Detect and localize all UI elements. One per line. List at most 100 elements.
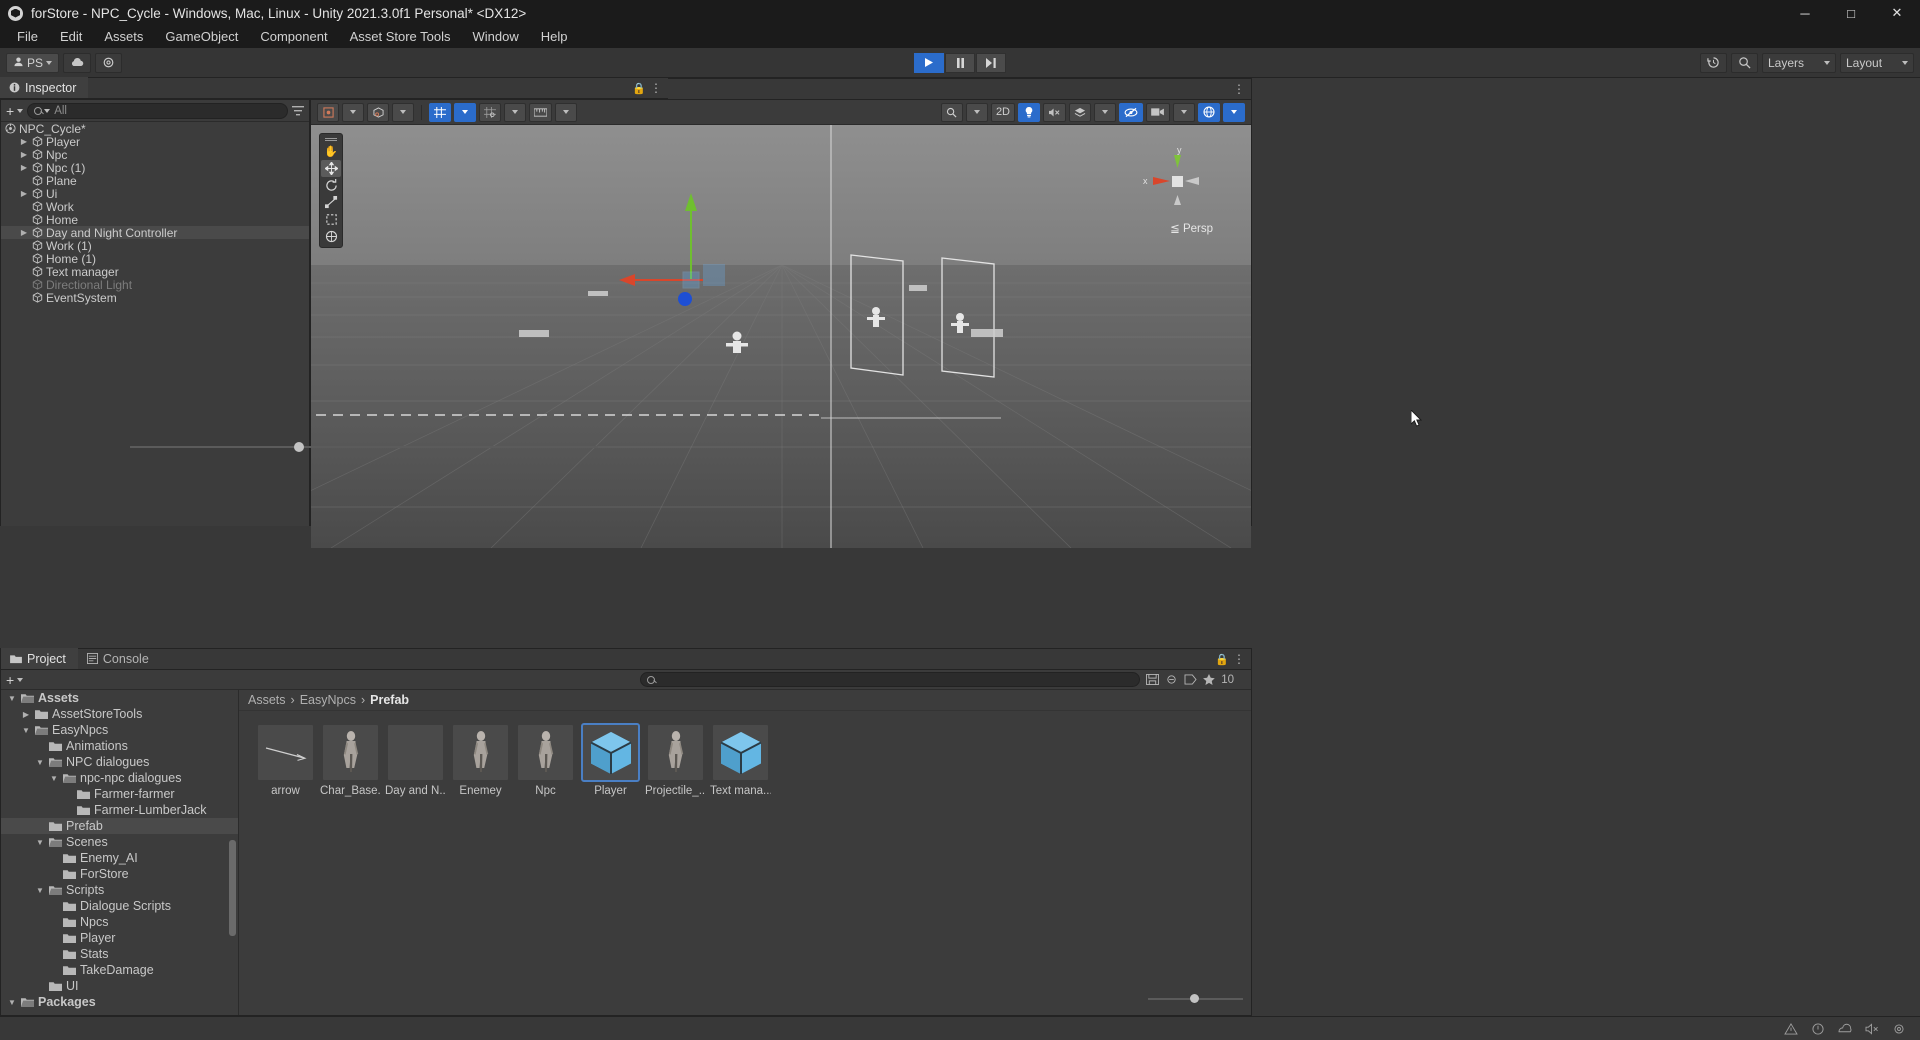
hierarchy-item-eventsystem[interactable]: ▶ EventSystem xyxy=(1,291,309,305)
create-asset-button[interactable]: + xyxy=(6,672,24,688)
grid-scale-dropdown[interactable] xyxy=(555,102,577,122)
scene-visibility-button[interactable] xyxy=(1119,102,1143,122)
breadcrumb-easynpcs[interactable]: EasyNpcs xyxy=(300,693,356,707)
project-folder-tree[interactable]: ▼ Assets▶ AssetStoreTools▼ EasyNpcs▶ Ani… xyxy=(1,690,239,1015)
draw-mode-dropdown[interactable] xyxy=(342,102,364,122)
hierarchy-filter-icon[interactable] xyxy=(292,105,304,116)
hierarchy-list[interactable]: NPC_Cycle*▶ Player▶ Npc▶ Npc (1)▶ Plane▶… xyxy=(1,122,309,526)
chevron-right-icon[interactable]: ▶ xyxy=(19,163,29,172)
scene-audio-button[interactable] xyxy=(1043,102,1066,122)
hierarchy-item-plane[interactable]: ▶ Plane xyxy=(1,174,309,188)
project-tree-item-prefab[interactable]: ▶ Prefab xyxy=(1,818,238,834)
transform-tool-button[interactable] xyxy=(321,228,341,245)
asset-item-npc[interactable]: Npc xyxy=(515,725,576,797)
breadcrumb-assets[interactable]: Assets xyxy=(248,693,286,707)
menu-gameobject[interactable]: GameObject xyxy=(154,26,249,48)
grid-scale-button[interactable] xyxy=(529,102,552,122)
project-tree-item-npcs[interactable]: ▶ Npcs xyxy=(1,914,238,930)
scale-tool-button[interactable] xyxy=(321,194,341,211)
hierarchy-item-home-1[interactable]: ▶ Home (1) xyxy=(1,252,309,266)
tab-inspector[interactable]: Inspector xyxy=(0,77,89,98)
scene-viewport[interactable]: ✋ y x ≦ Persp xyxy=(311,125,1251,548)
project-tree-item-ui[interactable]: ▶ UI xyxy=(1,978,238,994)
maximize-button[interactable]: □ xyxy=(1828,0,1874,26)
gizmos-toggle-button[interactable] xyxy=(1198,102,1220,122)
project-tree-item-enemy-ai[interactable]: ▶ Enemy_AI xyxy=(1,850,238,866)
scene-camera-button[interactable] xyxy=(1146,102,1170,122)
layers-dropdown[interactable]: Layers xyxy=(1762,52,1836,73)
project-tree-item-animations[interactable]: ▶ Animations xyxy=(1,738,238,754)
project-tree-item-farmer-farmer[interactable]: ▶ Farmer-farmer xyxy=(1,786,238,802)
menu-window[interactable]: Window xyxy=(462,26,530,48)
project-tree-item-player[interactable]: ▶ Player xyxy=(1,930,238,946)
create-object-button[interactable]: + xyxy=(6,103,24,119)
project-tree-item-npc-npc-dialogues[interactable]: ▼ npc-npc dialogues xyxy=(1,770,238,786)
menu-assets[interactable]: Assets xyxy=(93,26,154,48)
project-tree-item-takedamage[interactable]: ▶ TakeDamage xyxy=(1,962,238,978)
project-search-input[interactable] xyxy=(640,672,1141,687)
close-button[interactable]: ✕ xyxy=(1874,0,1920,26)
shading-mode-dropdown[interactable] xyxy=(392,102,414,122)
scene-search-dropdown[interactable] xyxy=(965,102,988,122)
panel-menu-icon[interactable]: ⋮ xyxy=(1233,83,1245,95)
project-tree-scrollbar[interactable] xyxy=(229,840,236,936)
chevron-down-icon[interactable]: ▼ xyxy=(21,726,31,735)
hierarchy-item-home[interactable]: ▶ Home xyxy=(1,213,309,227)
scene-lighting-button[interactable] xyxy=(1018,102,1040,122)
search-button[interactable] xyxy=(1731,52,1758,73)
panel-menu-icon[interactable]: ⋮ xyxy=(1233,653,1245,665)
warning-icon[interactable] xyxy=(1784,1022,1798,1035)
layout-dropdown[interactable]: Layout xyxy=(1840,52,1914,73)
project-tree-item-scenes[interactable]: ▼ Scenes xyxy=(1,834,238,850)
snap-dropdown[interactable] xyxy=(504,102,526,122)
menu-file[interactable]: File xyxy=(6,26,49,48)
asset-item-char-base[interactable]: Char_Base... xyxy=(320,725,381,797)
zoom-slider[interactable] xyxy=(1148,993,1243,1005)
menu-help[interactable]: Help xyxy=(530,26,579,48)
2d-toggle-button[interactable]: 2D xyxy=(990,102,1015,122)
hierarchy-item-npc-1[interactable]: ▶ Npc (1) xyxy=(1,161,309,175)
undo-history-button[interactable] xyxy=(1700,52,1727,73)
error-icon[interactable] xyxy=(1811,1022,1825,1035)
chevron-right-icon[interactable]: ▶ xyxy=(19,228,29,237)
snap-toggle-button[interactable] xyxy=(479,102,501,122)
minimize-button[interactable]: ─ xyxy=(1782,0,1828,26)
chevron-right-icon[interactable]: ▶ xyxy=(19,137,29,146)
asset-item-player[interactable]: Player xyxy=(580,723,641,797)
settings-button[interactable] xyxy=(95,52,123,73)
scene-camera-dropdown[interactable] xyxy=(1173,102,1195,122)
chevron-down-icon[interactable]: ▼ xyxy=(35,838,45,847)
hierarchy-item-ui[interactable]: ▶ Ui xyxy=(1,187,309,201)
project-tree-item-assetstoretools[interactable]: ▶ AssetStoreTools xyxy=(1,706,238,722)
scene-fx-button[interactable] xyxy=(1069,102,1091,122)
project-tree-item-easynpcs[interactable]: ▼ EasyNpcs xyxy=(1,722,238,738)
slider-track[interactable] xyxy=(130,442,598,452)
zoom-slider-knob[interactable] xyxy=(1190,994,1199,1003)
panel-menu-icon[interactable]: ⋮ xyxy=(650,82,662,94)
lock-icon[interactable]: 🔒 xyxy=(632,82,646,95)
hierarchy-item-text-manager[interactable]: ▶ Text manager xyxy=(1,265,309,279)
slider-knob[interactable] xyxy=(293,442,304,452)
chevron-down-icon[interactable]: ▼ xyxy=(49,774,59,783)
favorite-star-icon[interactable] xyxy=(1203,674,1215,685)
step-button[interactable] xyxy=(976,52,1006,73)
project-tree-item-dialogue-scripts[interactable]: ▶ Dialogue Scripts xyxy=(1,898,238,914)
projection-mode-label[interactable]: ≦ Persp xyxy=(1170,221,1213,235)
scene-search-button[interactable] xyxy=(940,102,963,122)
gizmos-dropdown[interactable] xyxy=(1223,102,1245,122)
save-search-icon[interactable] xyxy=(1146,674,1160,685)
cloud-button[interactable] xyxy=(63,52,92,73)
chevron-down-icon[interactable]: ▼ xyxy=(35,886,45,895)
chevron-right-icon[interactable]: ▶ xyxy=(19,150,29,159)
rect-tool-button[interactable] xyxy=(321,211,341,228)
hierarchy-item-day-and-night-controller[interactable]: ▶ Day and Night Controller xyxy=(1,226,309,240)
chevron-right-icon[interactable]: ▶ xyxy=(19,189,29,198)
draw-mode-button[interactable] xyxy=(317,102,339,122)
hierarchy-item-work[interactable]: ▶ Work xyxy=(1,200,309,214)
pause-button[interactable] xyxy=(945,52,975,73)
asset-item-text-mana[interactable]: Text mana... xyxy=(710,725,771,797)
project-tree-item-packages[interactable]: ▼ Packages xyxy=(1,994,238,1010)
menu-asset-store-tools[interactable]: Asset Store Tools xyxy=(339,26,462,48)
menu-edit[interactable]: Edit xyxy=(49,26,93,48)
project-tree-item-forstore[interactable]: ▶ ForStore xyxy=(1,866,238,882)
